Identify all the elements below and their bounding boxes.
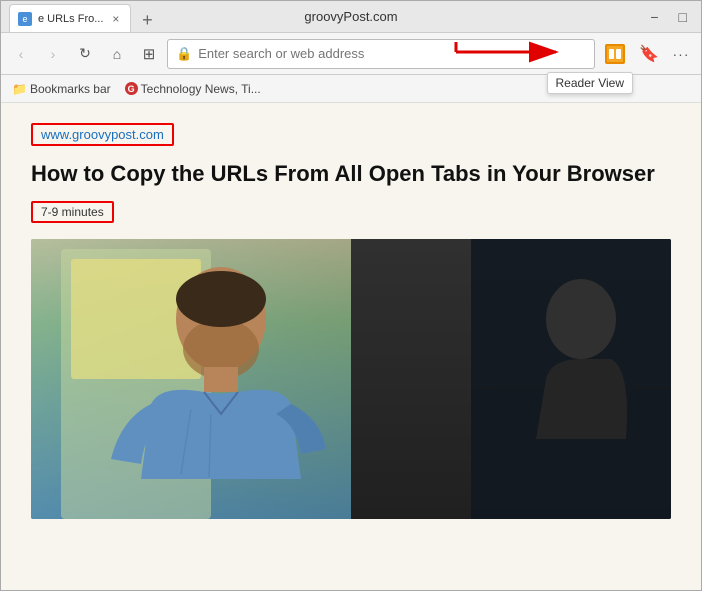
- bookmarks-bar-text: Bookmarks bar: [30, 82, 111, 96]
- address-input[interactable]: [198, 46, 586, 61]
- back-button[interactable]: ‹: [7, 40, 35, 68]
- address-bar[interactable]: 🔒: [167, 39, 595, 69]
- security-icon: 🔒: [176, 46, 192, 62]
- sidebar-icon: ⊞: [143, 45, 156, 63]
- tab-close-button[interactable]: ×: [109, 11, 122, 27]
- collections-button[interactable]: 🔖: [635, 40, 663, 68]
- menu-button[interactable]: ···: [667, 40, 695, 68]
- reader-view-icon: [605, 44, 625, 64]
- tab-favicon: e: [18, 12, 32, 26]
- browser-window: e e URLs Fro... × + groovyPost.com − □ ‹…: [0, 0, 702, 591]
- tab-title: e URLs Fro...: [38, 13, 103, 25]
- menu-icon: ···: [673, 46, 690, 62]
- article-title: How to Copy the URLs From All Open Tabs …: [31, 160, 671, 189]
- collections-icon: 🔖: [639, 44, 659, 64]
- nav-bar: ‹ › ↻ ⌂ ⊞ 🔒 Reader View: [1, 33, 701, 75]
- reader-view-button[interactable]: Reader View: [601, 40, 629, 68]
- bookmark-label: Technology News, Ti...: [141, 82, 261, 96]
- new-tab-button[interactable]: +: [135, 8, 159, 32]
- title-bar: e e URLs Fro... × + groovyPost.com − □: [1, 1, 701, 33]
- refresh-icon: ↻: [79, 45, 91, 62]
- refresh-button[interactable]: ↻: [71, 40, 99, 68]
- forward-button[interactable]: ›: [39, 40, 67, 68]
- active-tab[interactable]: e e URLs Fro... ×: [9, 4, 131, 32]
- bookmark-item-technology[interactable]: G Technology News, Ti...: [120, 80, 266, 98]
- page-title: groovyPost.com: [304, 9, 397, 24]
- home-icon: ⌂: [113, 46, 121, 62]
- article-hero-image: [31, 239, 671, 519]
- reader-view-tooltip: Reader View: [547, 72, 633, 94]
- read-time-badge: 7-9 minutes: [31, 201, 114, 223]
- site-url[interactable]: www.groovypost.com: [31, 123, 174, 146]
- bookmark-favicon: G: [125, 82, 138, 95]
- sidebar-toggle-button[interactable]: ⊞: [135, 40, 163, 68]
- background-figure: [471, 239, 671, 519]
- page-content: www.groovypost.com How to Copy the URLs …: [1, 103, 701, 590]
- back-icon: ‹: [19, 46, 24, 62]
- home-button[interactable]: ⌂: [103, 40, 131, 68]
- maximize-button[interactable]: □: [673, 7, 693, 27]
- window-controls: − □: [644, 7, 693, 27]
- minimize-button[interactable]: −: [644, 7, 664, 27]
- forward-icon: ›: [51, 46, 56, 62]
- folder-icon: 📁: [12, 82, 27, 96]
- person-illustration: [61, 249, 381, 519]
- bookmarks-bar-label[interactable]: 📁 Bookmarks bar: [7, 80, 116, 98]
